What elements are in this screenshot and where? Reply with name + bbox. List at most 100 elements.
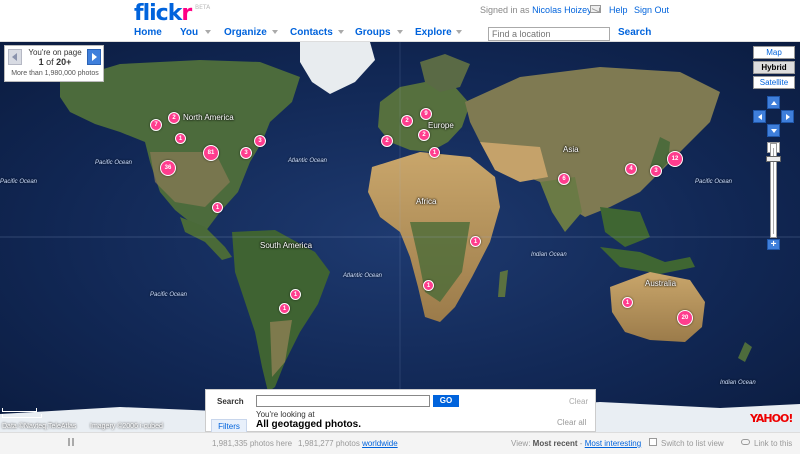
continent-label: Australia	[645, 279, 677, 288]
pan-right-button[interactable]	[781, 110, 794, 123]
india-shape	[540, 177, 582, 232]
status-bar: 1,981,335 photos here 1,981,277 photos w…	[0, 432, 800, 454]
nav-home[interactable]: Home	[134, 27, 162, 38]
search-scope-text: All geotagged photos.	[256, 419, 361, 430]
new-zealand-shape	[738, 342, 752, 362]
indonesia-shape	[600, 247, 695, 274]
ocean-label: Atlantic Ocean	[288, 158, 328, 164]
logo-main-text: flick	[134, 1, 182, 26]
pager-count: 1 of 20+	[23, 57, 87, 67]
asia-shape	[465, 67, 720, 217]
photo-cluster-marker[interactable]: 3	[254, 135, 266, 147]
continent-label: Asia	[563, 145, 579, 154]
photo-cluster-marker[interactable]: 81	[203, 145, 219, 161]
ocean-label: Pacific Ocean	[0, 179, 38, 185]
mail-icon[interactable]	[590, 5, 601, 13]
zoom-slider-handle[interactable]	[766, 156, 781, 163]
photo-cluster-marker[interactable]: 1	[212, 202, 223, 213]
nav-organize[interactable]: Organize	[224, 27, 267, 38]
next-page-button[interactable]	[87, 49, 101, 65]
photo-cluster-marker[interactable]: 1	[470, 236, 481, 247]
photo-cluster-marker[interactable]: 3	[240, 147, 252, 159]
map-search-panel: Search GO Clear Filters You're looking a…	[205, 389, 596, 433]
map-type-map-button[interactable]: Map	[753, 46, 795, 59]
photo-cluster-marker[interactable]: 9	[420, 108, 432, 120]
nav-organize-dropdown-icon[interactable]	[271, 28, 279, 36]
nav-explore-dropdown-icon[interactable]	[455, 28, 463, 36]
map-type-hybrid-button[interactable]: Hybrid	[753, 61, 795, 74]
location-search-input[interactable]	[488, 27, 610, 41]
worldwide-link[interactable]: worldwide	[362, 439, 398, 448]
zoom-in-button[interactable]: +	[767, 239, 780, 250]
list-view-icon[interactable]	[649, 438, 657, 446]
ocean-label: Pacific Ocean	[695, 179, 733, 185]
nav-you[interactable]: You	[180, 27, 198, 38]
pager-of-label: of	[46, 57, 54, 67]
map-type-satellite-button[interactable]: Satellite	[753, 76, 795, 89]
location-search-button[interactable]: Search	[618, 27, 651, 38]
most-recent-option: Most recent	[532, 439, 578, 448]
header: flickr BETA Signed in as Nicolas Hoizey …	[0, 0, 800, 42]
photo-cluster-marker[interactable]: 1	[622, 297, 633, 308]
data-credit-text: Data ©Navteq,TeleAtlas	[2, 423, 77, 430]
filters-tab[interactable]: Filters	[211, 419, 247, 433]
logo-beta-tag: BETA	[195, 4, 211, 11]
previous-page-button[interactable]	[8, 49, 22, 65]
photo-cluster-marker[interactable]: 12	[667, 151, 683, 167]
scale-bar	[2, 414, 42, 418]
photo-cluster-marker[interactable]: 6	[558, 173, 570, 185]
continent-label: Europe	[428, 121, 454, 130]
photo-cluster-marker[interactable]: 7	[150, 119, 162, 131]
pause-icon[interactable]	[68, 438, 74, 446]
photos-worldwide-count: 1,981,277 photos worldwide	[298, 439, 398, 448]
link-to-this-link[interactable]: Link to this	[754, 439, 792, 448]
photo-cluster-marker[interactable]: 2	[401, 115, 413, 127]
photo-cluster-marker[interactable]: 20	[677, 310, 693, 326]
pan-left-button[interactable]	[753, 110, 766, 123]
nav-groups[interactable]: Groups	[355, 27, 391, 38]
nav-contacts[interactable]: Contacts	[290, 27, 333, 38]
page-navigator: You're on page 1 of 20+ More than 1,980,…	[4, 45, 104, 82]
southeast-asia-shape	[600, 207, 650, 247]
nav-groups-dropdown-icon[interactable]	[396, 28, 404, 36]
chain-link-icon[interactable]	[741, 439, 750, 445]
signed-in-status: Signed in as Nicolas Hoizey	[480, 5, 592, 15]
photo-cluster-marker[interactable]: 1	[429, 147, 440, 158]
photo-cluster-marker[interactable]: 2	[381, 135, 393, 147]
continent-label: North America	[183, 113, 234, 122]
pan-up-button[interactable]	[767, 96, 780, 109]
world-map[interactable]: Pacific Ocean Atlantic Ocean Pacific Oce…	[0, 42, 800, 432]
most-interesting-link[interactable]: Most interesting	[585, 439, 641, 448]
map-search-go-button[interactable]: GO	[433, 395, 459, 407]
nav-you-dropdown-icon[interactable]	[204, 28, 212, 36]
help-link[interactable]: Help	[609, 5, 628, 15]
nav-explore[interactable]: Explore	[415, 27, 452, 38]
sign-out-link[interactable]: Sign Out	[634, 5, 669, 15]
user-name-link[interactable]: Nicolas Hoizey	[532, 5, 592, 15]
photo-cluster-marker[interactable]: 2	[168, 112, 180, 124]
map-search-input[interactable]	[256, 395, 430, 407]
switch-to-list-view-link[interactable]: Switch to list view	[661, 439, 724, 448]
photo-cluster-marker[interactable]: 1	[279, 303, 290, 314]
ocean-label: Indian Ocean	[720, 380, 756, 386]
photos-worldwide-number: 1,981,277 photos	[298, 439, 360, 448]
photo-cluster-marker[interactable]: 1	[290, 289, 301, 300]
photo-cluster-marker[interactable]: 4	[625, 163, 637, 175]
yahoo-logo[interactable]: YAHOO!	[750, 412, 793, 425]
continent-label: Africa	[416, 197, 437, 206]
photo-cluster-marker[interactable]: 1	[175, 133, 186, 144]
photo-cluster-marker[interactable]: 1	[423, 280, 434, 291]
flickr-logo[interactable]: flickr BETA	[134, 1, 210, 26]
clear-all-link[interactable]: Clear all	[557, 418, 586, 427]
ocean-label: Pacific Ocean	[95, 160, 133, 166]
total-pages: 20+	[56, 57, 72, 67]
map-imagery	[0, 42, 800, 432]
pager-label: You're on page	[28, 48, 82, 57]
nav-contacts-dropdown-icon[interactable]	[337, 28, 345, 36]
clear-search-link[interactable]: Clear	[569, 397, 588, 406]
imagery-credit-text: Imagery ©2006 i-cubed	[90, 423, 163, 430]
photo-cluster-marker[interactable]: 36	[160, 160, 176, 176]
photo-cluster-marker[interactable]: 2	[418, 129, 430, 141]
photo-cluster-marker[interactable]: 3	[650, 165, 662, 177]
pan-down-button[interactable]	[767, 124, 780, 137]
